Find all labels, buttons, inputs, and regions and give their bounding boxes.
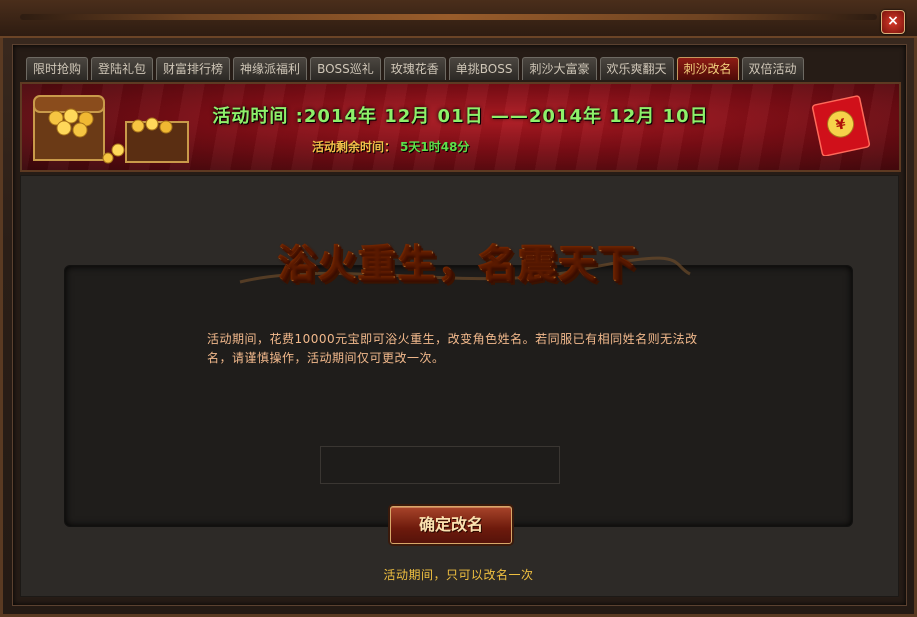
rename-limit-note: 活动期间，只可以改名一次 [383, 568, 534, 582]
tab-rename[interactable]: 刺沙改名 [676, 57, 739, 80]
event-headline: 浴火重生，名震天下 [220, 234, 696, 294]
remaining-time-label: 活动剩余时间： [312, 140, 397, 154]
new-name-input[interactable] [320, 446, 560, 484]
close-icon: × [887, 13, 899, 29]
red-packet-icon: ¥ [811, 95, 871, 156]
event-remaining-time: 活动剩余时间： 5天1时48分 [312, 138, 469, 155]
activity-tabs: 限时抢购 登陆礼包 财富排行榜 神缘派福利 BOSS巡礼 玫瑰花香 单挑BOSS… [26, 57, 804, 81]
headline-text: 浴火重生，名震天下 [220, 234, 696, 294]
tab-login-gift[interactable]: 登陆礼包 [91, 57, 154, 80]
tab-boss-tour[interactable]: BOSS巡礼 [310, 57, 381, 80]
rename-panel [64, 265, 853, 527]
tab-wealth-ranking[interactable]: 财富排行榜 [156, 57, 231, 80]
remaining-time-value: 5天1时48分 [400, 140, 470, 154]
tab-double-event[interactable]: 双倍活动 [741, 57, 804, 80]
event-banner: 活动时间 :2014年 12月 01日 ——2014年 12月 10日 活动剩余… [20, 82, 901, 172]
tab-rich-tycoon[interactable]: 刺沙大富豪 [522, 57, 597, 80]
tab-shenyuan-welfare[interactable]: 神缘派福利 [233, 57, 308, 80]
window-title-bar [0, 0, 917, 38]
event-description: 活动期间，花费10000元宝即可浴火重生，改变角色姓名。若同服已有相同姓名则无法… [207, 332, 698, 365]
event-time-range: 活动时间 :2014年 12月 01日 ——2014年 12月 10日 [212, 106, 709, 127]
confirm-rename-button[interactable]: 确定改名 [390, 506, 512, 544]
tab-solo-boss[interactable]: 单挑BOSS [448, 57, 520, 80]
close-button[interactable]: × [881, 10, 905, 34]
tab-happy-flip[interactable]: 欢乐爽翻天 [599, 57, 674, 80]
tab-limited-sale[interactable]: 限时抢购 [26, 57, 89, 80]
tab-rose-fragrance[interactable]: 玫瑰花香 [383, 57, 446, 80]
